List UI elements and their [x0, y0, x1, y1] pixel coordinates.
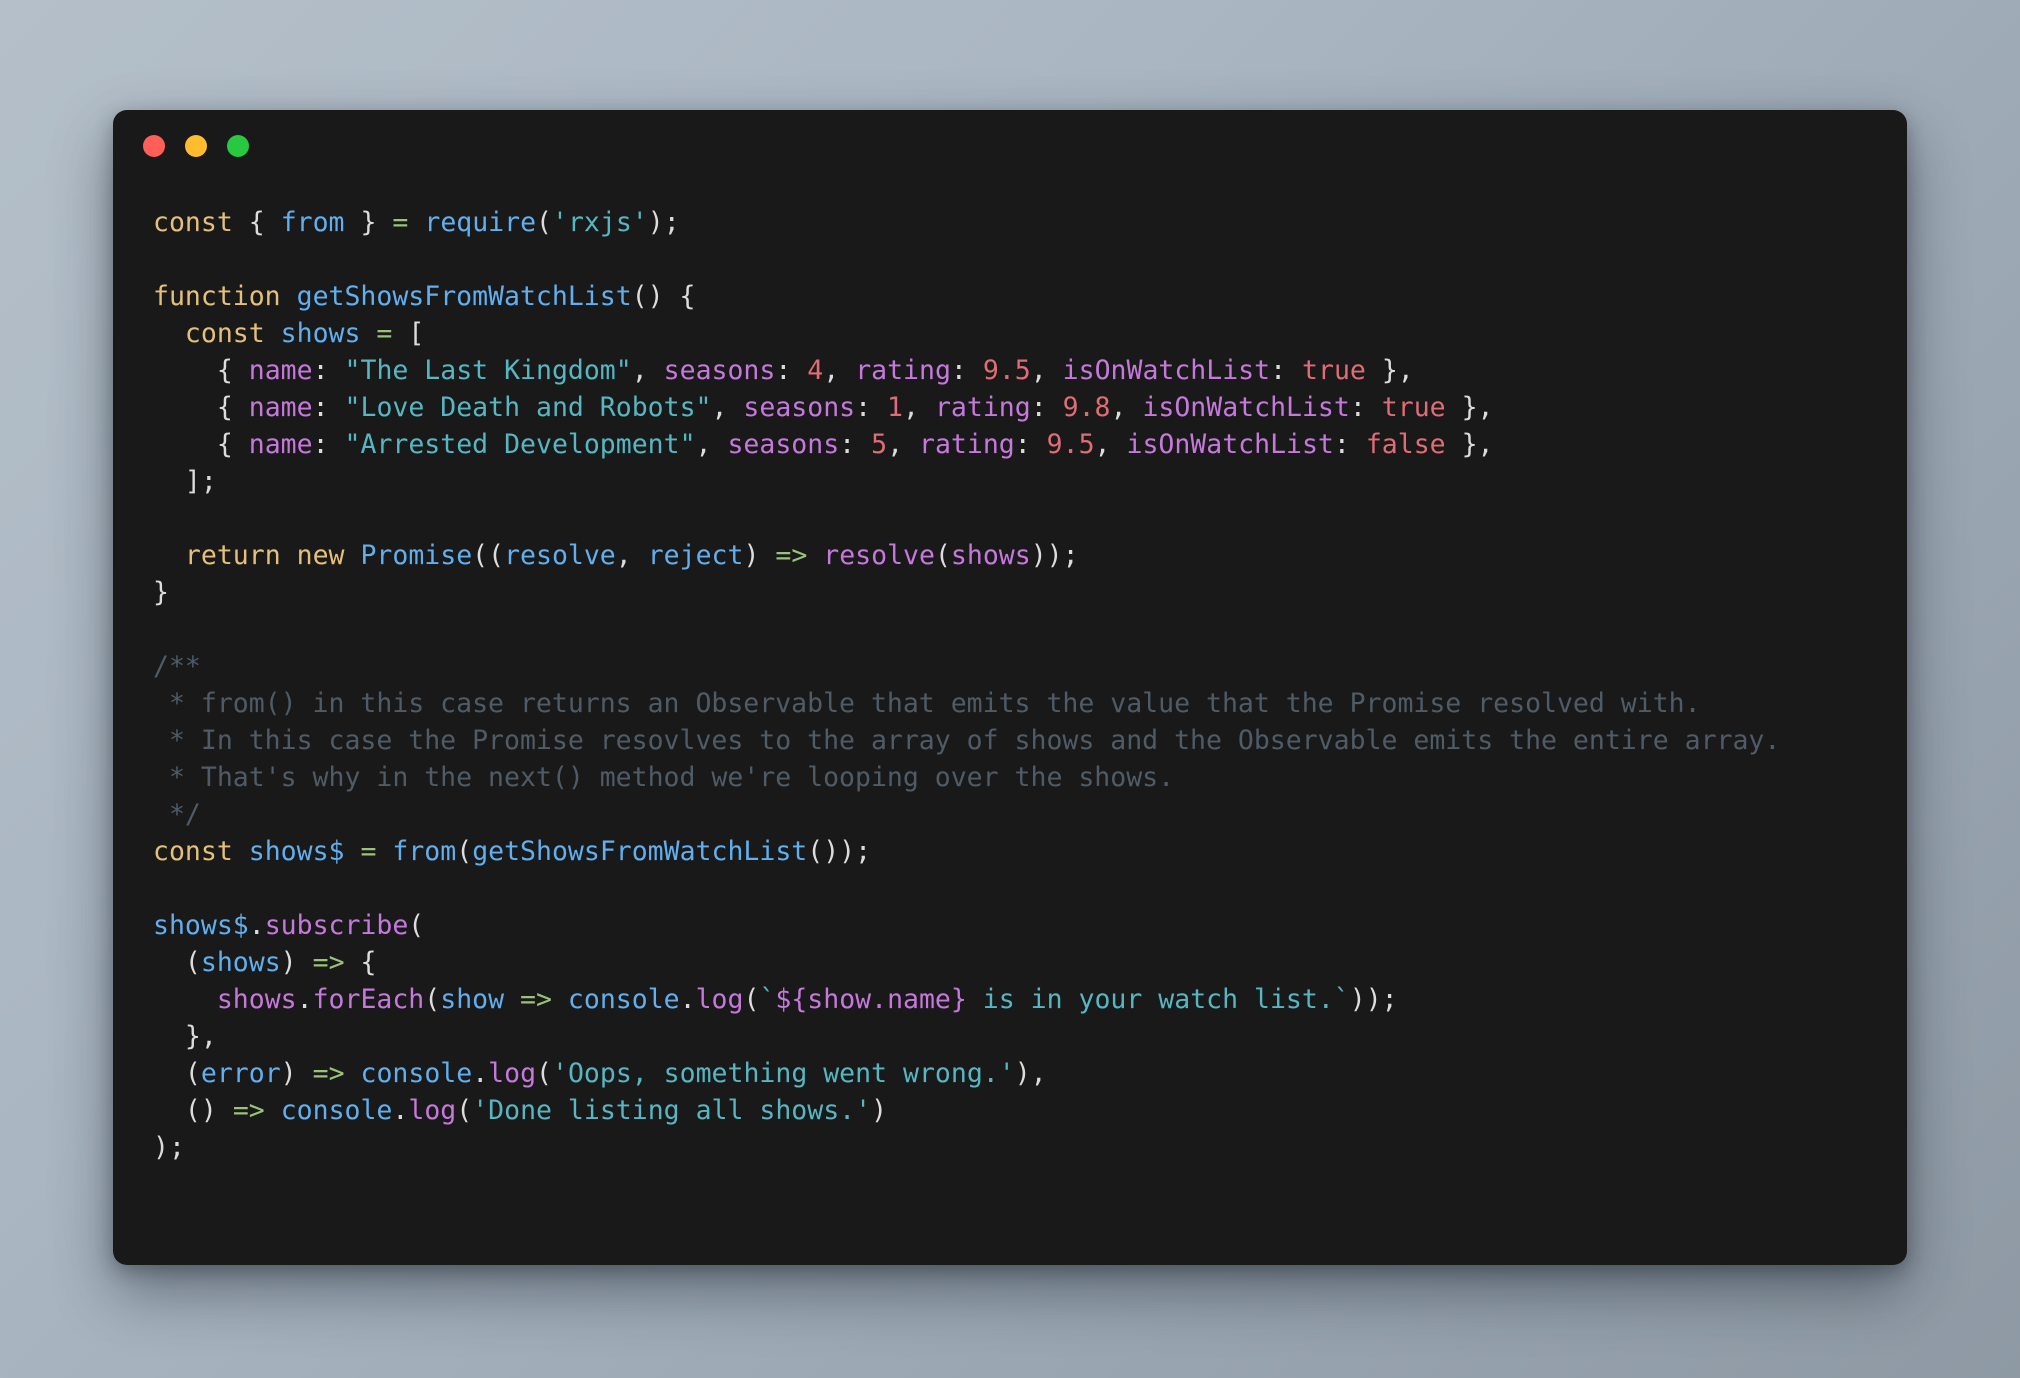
- code-line-26: );: [153, 1132, 185, 1163]
- code-line-23: },: [184, 1021, 217, 1052]
- code-line-15: * In this case the Promise resovlves to …: [153, 725, 1781, 756]
- code-line-8: ];: [184, 466, 217, 497]
- code-line-11: }: [153, 577, 169, 608]
- close-window-icon[interactable]: [143, 135, 165, 157]
- code-content-area[interactable]: const { from } = require('rxjs'); functi…: [113, 182, 1907, 1166]
- code-line-21: (shows) => {: [184, 947, 377, 978]
- desktop-background: const { from } = require('rxjs'); functi…: [0, 0, 2020, 1378]
- code-editor-window: const { from } = require('rxjs'); functi…: [113, 110, 1907, 1265]
- code-line-3: function getShowsFromWatchList() {: [153, 281, 696, 312]
- code-line-14: * from() in this case returns an Observa…: [153, 688, 1701, 719]
- code-line-10: return new Promise((resolve, reject) => …: [184, 540, 1079, 571]
- code-line-7: { name: "Arrested Development", seasons:…: [216, 429, 1494, 460]
- code-line-17: */: [153, 799, 201, 830]
- code-line-16: * That's why in the next() method we're …: [153, 762, 1175, 793]
- code-line-6: { name: "Love Death and Robots", seasons…: [216, 392, 1494, 423]
- code-line-5: { name: "The Last Kingdom", seasons: 4, …: [216, 355, 1414, 386]
- source-code-block[interactable]: const { from } = require('rxjs'); functi…: [153, 204, 1907, 1166]
- code-line-25: () => console.log('Done listing all show…: [184, 1095, 888, 1126]
- code-line-4: const shows = [: [184, 318, 425, 349]
- maximize-window-icon[interactable]: [227, 135, 249, 157]
- traffic-light-controls: [143, 135, 249, 157]
- code-line-18: const shows$ = from(getShowsFromWatchLis…: [153, 836, 872, 867]
- code-line-22: shows.forEach(show => console.log(`${sho…: [216, 984, 1398, 1015]
- window-titlebar: [113, 110, 1907, 182]
- code-line-24: (error) => console.log('Oops, something …: [184, 1058, 1047, 1089]
- code-line-20: shows$.subscribe(: [153, 910, 425, 941]
- code-line-13: /**: [153, 651, 201, 682]
- minimize-window-icon[interactable]: [185, 135, 207, 157]
- code-line-1: const { from } = require('rxjs');: [153, 207, 680, 238]
